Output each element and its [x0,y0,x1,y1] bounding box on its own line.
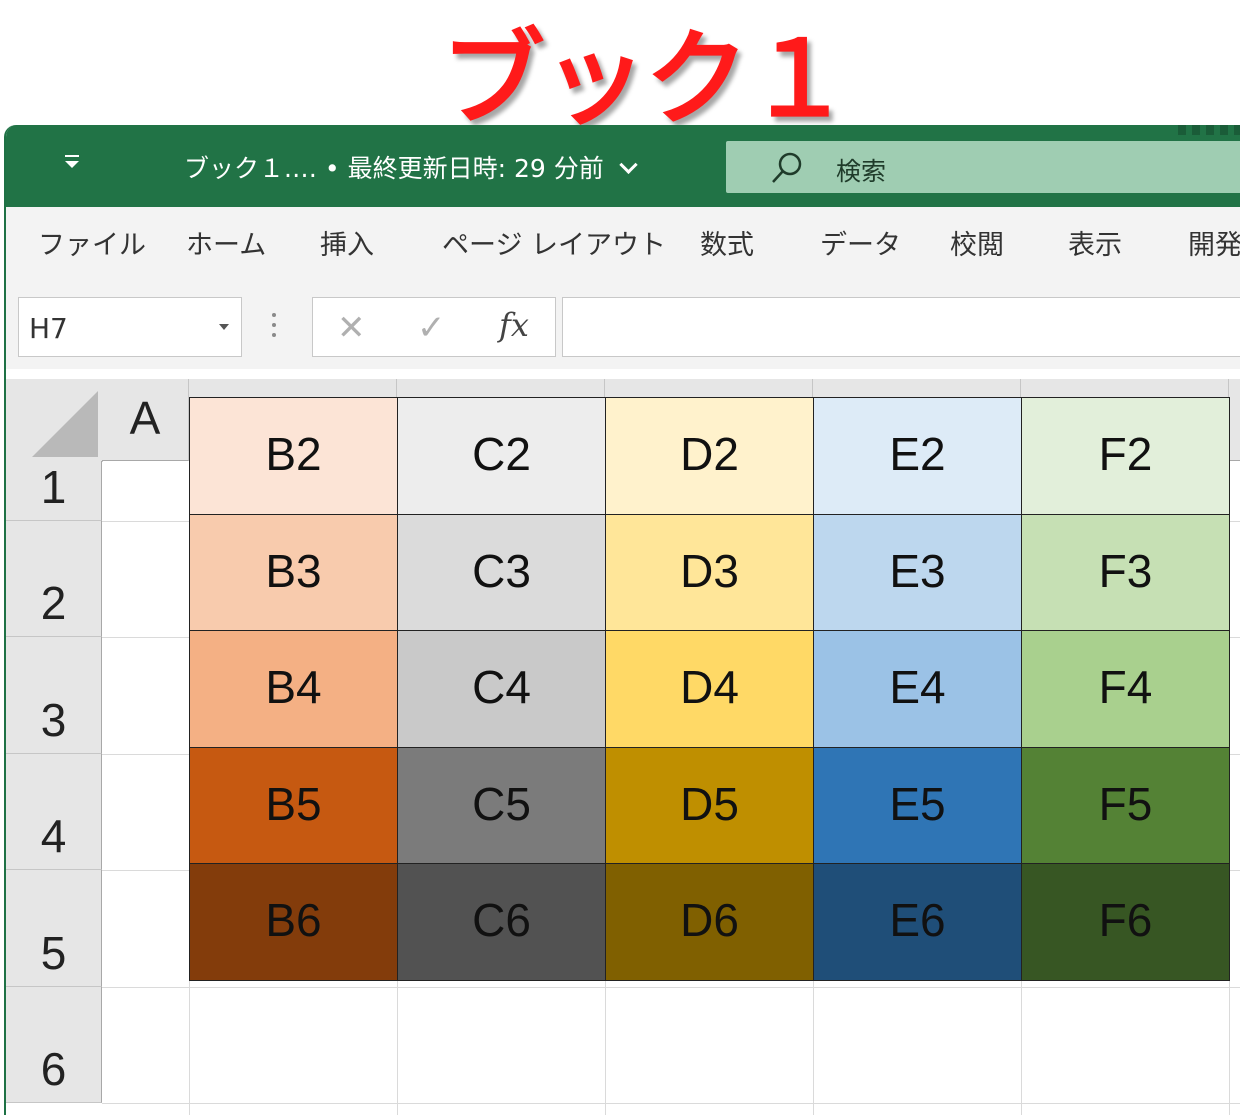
cell-b6[interactable]: B6 [190,864,398,981]
ribbon-tabs: ファイル ホーム 挿入 ページ レイアウト 数式 データ 校閲 表示 開発 [6,207,1240,274]
cell-e5[interactable]: E5 [814,747,1022,864]
cell-e6[interactable]: E6 [814,864,1022,981]
column-header-g[interactable] [1229,379,1240,461]
cell-f3[interactable]: F3 [1022,514,1230,631]
cell-d5[interactable]: D5 [606,747,814,864]
tab-insert[interactable]: 挿入 [320,223,374,262]
search-icon [772,152,802,183]
gridline [102,987,1240,988]
row-header-6[interactable]: 6 [6,987,102,1103]
cell-e4[interactable]: E4 [814,631,1022,748]
cell-f6[interactable]: F6 [1022,864,1230,981]
tab-data[interactable]: データ [820,223,901,262]
cell-c2[interactable]: C2 [398,398,606,515]
search-box[interactable]: 検索 [726,141,1240,193]
cell-e2[interactable]: E2 [814,398,1022,515]
row-number: 2 [40,577,67,629]
search-label: 検索 [836,157,887,186]
formula-bar-grip-icon[interactable] [272,313,278,343]
gridline [102,1103,1240,1104]
cell-c6[interactable]: C6 [398,864,606,981]
name-box[interactable]: H7 [18,297,242,357]
cell-f5[interactable]: F5 [1022,747,1230,864]
row-number: 1 [40,461,67,513]
tab-file[interactable]: ファイル [38,223,146,262]
cell-d2[interactable]: D2 [606,398,814,515]
cell-f4[interactable]: F4 [1022,631,1230,748]
tab-view[interactable]: 表示 [1068,223,1122,262]
tab-page-layout[interactable]: ページ レイアウト [442,223,666,262]
column-header-a[interactable]: A [102,379,189,461]
name-box-value: H7 [29,312,68,345]
tab-home[interactable]: ホーム [186,223,266,262]
document-title[interactable]: ブック１.… • 最終更新日時: 29 分前 [184,149,638,185]
quick-access-dropdown-icon[interactable] [60,151,84,175]
cell-b2[interactable]: B2 [190,398,398,515]
cell-b5[interactable]: B5 [190,747,398,864]
chevron-down-icon [618,155,638,175]
cell-d3[interactable]: D3 [606,514,814,631]
enter-check-icon[interactable]: ✓ [417,308,446,348]
select-all-button[interactable] [6,379,103,462]
formula-input[interactable] [562,297,1240,357]
banner-title: ブック１ [440,18,851,140]
formula-buttons: ✕ ✓ fx [312,297,556,357]
cell-c4[interactable]: C4 [398,631,606,748]
cell-b4[interactable]: B4 [190,631,398,748]
row-number: 6 [40,1043,67,1095]
cell-f2[interactable]: F2 [1022,398,1230,515]
excel-window: ブック１.… • 最終更新日時: 29 分前 検索 ファイル ホーム 挿入 ペー… [4,125,1240,1115]
cell-d4[interactable]: D4 [606,631,814,748]
cell-e3[interactable]: E3 [814,514,1022,631]
row-header-5[interactable]: 5 [6,870,102,987]
row-number: 5 [40,927,67,979]
formula-bar: H7 ✕ ✓ fx [6,273,1240,369]
cell-c3[interactable]: C3 [398,514,606,631]
insert-function-icon[interactable]: fx [499,306,529,344]
row-header-4[interactable]: 4 [6,754,102,870]
colored-cell-range: B2 C2 D2 E2 F2 B3 C3 D3 E3 F3 B4 C4 D4 E4 F4 B5 C5 D5 E5 F5… [189,397,1230,981]
titlebar-pattern [1178,125,1240,135]
title-bar: ブック１.… • 最終更新日時: 29 分前 検索 [6,125,1240,207]
cell-d6[interactable]: D6 [606,864,814,981]
tab-developer[interactable]: 開発 [1188,223,1240,262]
cell-b3[interactable]: B3 [190,514,398,631]
tab-formulas[interactable]: 数式 [700,223,754,262]
row-number: 3 [40,694,67,746]
row-header-1[interactable]: 1 [6,461,102,521]
document-title-text: ブック１.… • 最終更新日時: 29 分前 [184,154,604,183]
row-header-3[interactable]: 3 [6,637,102,754]
name-box-dropdown-icon[interactable] [219,324,229,330]
row-header-2[interactable]: 2 [6,521,102,637]
row-number: 4 [40,810,67,862]
banner: ブック１ [0,0,1240,140]
cancel-icon[interactable]: ✕ [337,308,366,348]
cell-c5[interactable]: C5 [398,747,606,864]
tab-review[interactable]: 校閲 [950,223,1004,262]
